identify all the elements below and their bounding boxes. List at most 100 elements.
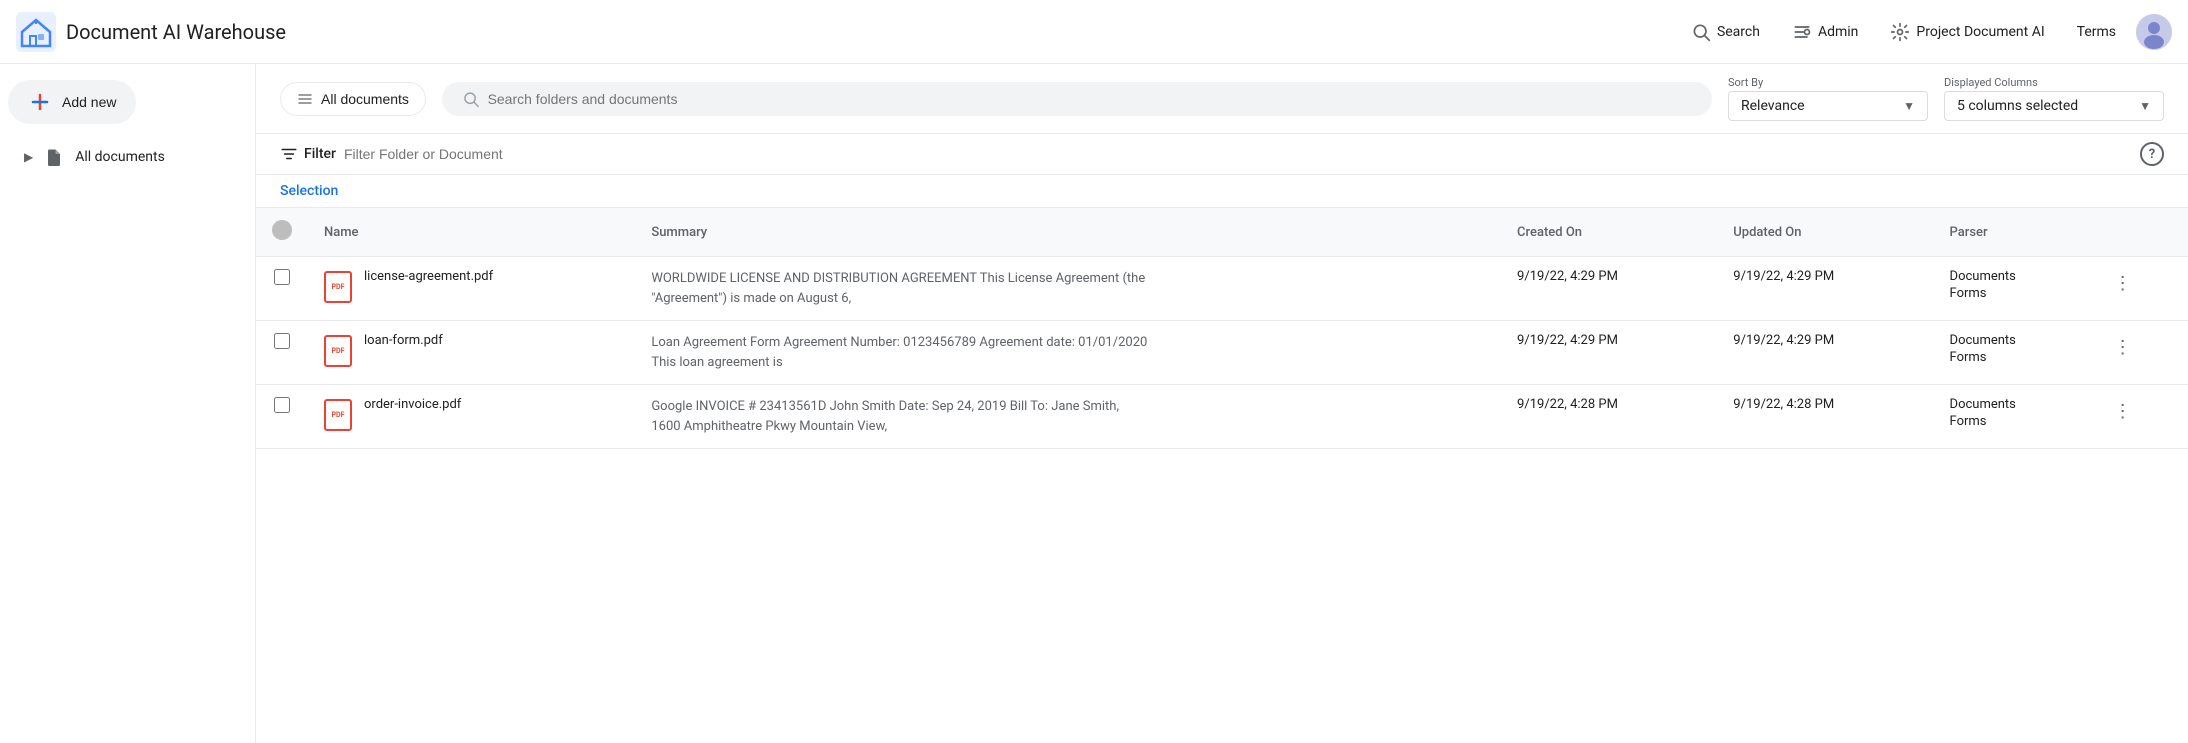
parser-line1: Documents [1950,269,2078,284]
table-body: PDF license-agreement.pdf WORLDWIDE LICE… [256,257,2188,449]
row-actions-cell: ⋮ [2094,257,2188,321]
displayed-cols-label: Displayed Columns [1944,76,2164,89]
summary-text: Google INVOICE # 23413561D John Smith Da… [651,397,1151,436]
pdf-name-group: PDF loan-form.pdf [324,333,619,367]
row-updated-cell: 9/19/22, 4:29 PM [1717,257,1933,321]
expand-icon: ▶ [24,150,33,164]
row-actions-cell: ⋮ [2094,321,2188,385]
pdf-label: PDF [332,283,345,291]
col-summary[interactable]: Summary [635,208,1501,257]
pdf-label: PDF [332,411,345,419]
row-menu-button[interactable]: ⋮ [2110,269,2172,298]
admin-icon [1792,22,1812,42]
row-updated-cell: 9/19/22, 4:29 PM [1717,321,1933,385]
project-nav-item[interactable]: Project Document AI [1878,14,2056,50]
table-row: PDF order-invoice.pdf Google INVOICE # 2… [256,385,2188,449]
pdf-icon: PDF [324,335,352,367]
pdf-name-group: PDF license-agreement.pdf [324,269,619,303]
admin-nav-label: Admin [1818,24,1858,40]
filter-input[interactable] [344,146,2132,162]
select-all-checkbox[interactable] [272,220,292,240]
row-created-cell: 9/19/22, 4:28 PM [1501,385,1717,449]
sidebar: Add new ▶ All documents [0,64,256,743]
table-row: PDF loan-form.pdf Loan Agreement Form Ag… [256,321,2188,385]
search-icon [1691,22,1711,42]
col-parser[interactable]: Parser [1934,208,2094,257]
displayed-cols-chevron: ▼ [2139,99,2151,113]
row-menu-button[interactable]: ⋮ [2110,397,2172,426]
row-checkbox[interactable] [274,333,290,349]
filter-label: Filter [304,146,336,162]
created-date: 9/19/22, 4:29 PM [1517,269,1618,284]
search-nav-item[interactable]: Search [1679,14,1772,50]
pdf-icon: PDF [324,271,352,303]
row-checkbox[interactable] [274,269,290,285]
help-icon[interactable]: ? [2140,142,2164,166]
row-menu-button[interactable]: ⋮ [2110,333,2172,362]
col-created-on[interactable]: Created On [1501,208,1717,257]
main-content: All documents Sort By Relevance ▼ Displa… [256,64,2188,743]
parser-group: Documents Forms [1950,397,2078,429]
main-layout: Add new ▶ All documents All documents [0,64,2188,743]
terms-nav-item[interactable]: Terms [2065,16,2128,48]
header: Document AI Warehouse Search Admin P [0,0,2188,64]
table-header: Name Summary Created On Updated On Parse… [256,208,2188,257]
documents-table: Name Summary Created On Updated On Parse… [256,208,2188,449]
row-parser-cell: Documents Forms [1934,257,2094,321]
row-summary-cell: Google INVOICE # 23413561D John Smith Da… [635,385,1501,449]
search-input[interactable] [488,91,1692,107]
sort-by-select[interactable]: Relevance ▼ [1728,91,1928,121]
pdf-label: PDF [332,347,345,355]
avatar-image [2136,14,2172,50]
row-name-cell: PDF loan-form.pdf [308,321,635,385]
add-new-label: Add new [62,94,116,110]
header-nav: Search Admin Project Document AI Terms [1679,14,2172,50]
row-name-cell: PDF order-invoice.pdf [308,385,635,449]
row-parser-cell: Documents Forms [1934,385,2094,449]
selection-label[interactable]: Selection [280,183,338,199]
documents-table-container: Name Summary Created On Updated On Parse… [256,208,2188,743]
user-avatar[interactable] [2136,14,2172,50]
filename: loan-form.pdf [364,333,443,348]
created-date: 9/19/22, 4:29 PM [1517,333,1618,348]
project-nav-label: Project Document AI [1916,24,2044,40]
sidebar-item-all-documents[interactable]: ▶ All documents [8,140,247,174]
add-new-button[interactable]: Add new [8,80,136,124]
row-created-cell: 9/19/22, 4:29 PM [1501,257,1717,321]
updated-date: 9/19/22, 4:28 PM [1733,397,1834,412]
parser-group: Documents Forms [1950,333,2078,365]
search-nav-label: Search [1717,24,1760,40]
sidebar-all-docs-label: All documents [75,149,165,165]
displayed-cols-group: Displayed Columns 5 columns selected ▼ [1944,76,2164,121]
filename: order-invoice.pdf [364,397,461,412]
sort-by-group: Sort By Relevance ▼ [1728,76,1928,121]
displayed-cols-select[interactable]: 5 columns selected ▼ [1944,91,2164,121]
row-checkbox[interactable] [274,397,290,413]
col-updated-on[interactable]: Updated On [1717,208,1933,257]
logo-icon [16,12,56,52]
parser-line1: Documents [1950,333,2078,348]
col-name[interactable]: Name [308,208,635,257]
created-date: 9/19/22, 4:28 PM [1517,397,1618,412]
terms-nav-label: Terms [2077,24,2116,40]
document-icon [45,148,63,166]
updated-date: 9/19/22, 4:29 PM [1733,269,1834,284]
row-created-cell: 9/19/22, 4:29 PM [1501,321,1717,385]
row-actions-cell: ⋮ [2094,385,2188,449]
search-bar[interactable] [442,82,1712,116]
pdf-name-group: PDF order-invoice.pdf [324,397,619,431]
row-checkbox-cell [256,321,308,385]
all-documents-button[interactable]: All documents [280,82,426,116]
row-checkbox-cell [256,385,308,449]
gear-icon [1890,22,1910,42]
admin-nav-item[interactable]: Admin [1780,14,1870,50]
summary-text: Loan Agreement Form Agreement Number: 01… [651,333,1151,372]
row-name-cell: PDF license-agreement.pdf [308,257,635,321]
row-parser-cell: Documents Forms [1934,321,2094,385]
selection-row: Selection [256,175,2188,208]
all-docs-btn-label: All documents [321,91,409,107]
col-actions [2094,208,2188,257]
updated-date: 9/19/22, 4:29 PM [1733,333,1834,348]
row-summary-cell: Loan Agreement Form Agreement Number: 01… [635,321,1501,385]
row-summary-cell: WORLDWIDE LICENSE AND DISTRIBUTION AGREE… [635,257,1501,321]
